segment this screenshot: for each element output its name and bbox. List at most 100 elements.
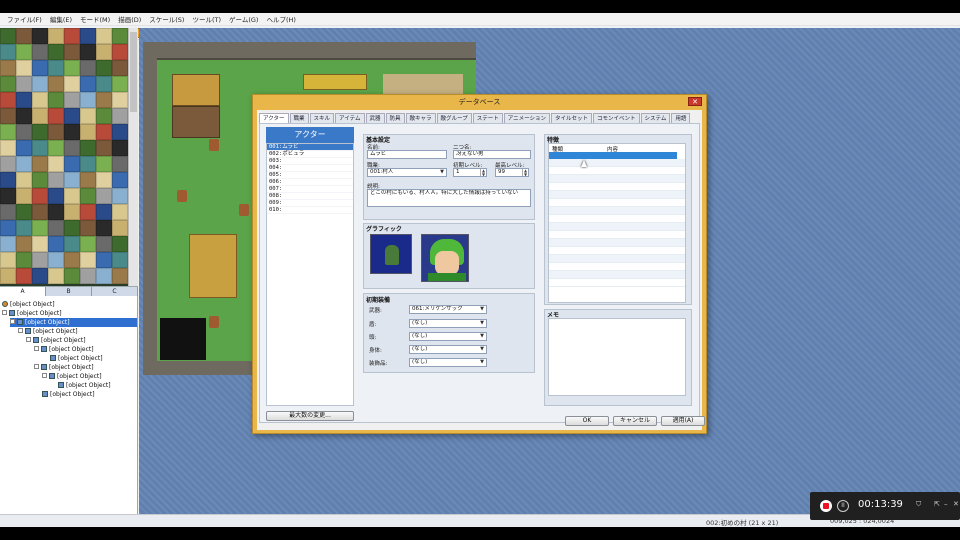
tileset-tab-c[interactable]: C [92, 287, 138, 296]
tile-swatch[interactable] [16, 156, 32, 172]
tile-swatch[interactable] [48, 92, 64, 108]
tab-enemies[interactable]: 敵キャラ [405, 113, 436, 123]
tile-swatch[interactable] [0, 92, 16, 108]
actor-list-item[interactable]: 001:ムラビ [267, 144, 353, 151]
tile-swatch[interactable] [64, 268, 80, 284]
actor-list-item[interactable]: 007: [267, 186, 353, 193]
shield-icon[interactable]: ⛉ [916, 500, 921, 509]
tile-swatch[interactable] [32, 60, 48, 76]
tree-item-map[interactable]: [object Object] [34, 345, 94, 354]
tab-system[interactable]: システム [640, 113, 671, 123]
actor-list-item[interactable]: 008: [267, 193, 353, 200]
tile-swatch[interactable] [64, 28, 80, 44]
tree-item-map[interactable]: [object Object] [42, 390, 95, 399]
tree-item-map[interactable]: [object Object] [42, 372, 102, 381]
tile-swatch[interactable] [32, 268, 48, 284]
tile-swatch[interactable] [80, 28, 96, 44]
tile-swatch[interactable] [80, 44, 96, 60]
tile-swatch[interactable] [48, 236, 64, 252]
tab-classes[interactable]: 職業 [289, 113, 309, 123]
tile-swatch[interactable] [0, 220, 16, 236]
tile-swatch[interactable] [80, 236, 96, 252]
nickname-field[interactable]: 冴えない男 [453, 150, 531, 159]
tileset-grid[interactable] [0, 28, 128, 286]
tab-states[interactable]: ステート [472, 113, 503, 123]
tile-swatch[interactable] [0, 140, 16, 156]
tile-swatch[interactable] [96, 236, 112, 252]
actor-list-item[interactable]: 005: [267, 172, 353, 179]
tile-swatch[interactable] [80, 108, 96, 124]
tile-swatch[interactable] [96, 268, 112, 284]
tile-swatch[interactable] [64, 44, 80, 60]
collapse-icon[interactable] [42, 373, 47, 378]
tile-swatch[interactable] [48, 268, 64, 284]
tile-swatch[interactable] [48, 44, 64, 60]
apply-button[interactable]: 適用(A) [661, 416, 705, 426]
tile-swatch[interactable] [32, 44, 48, 60]
tile-swatch[interactable] [112, 268, 128, 284]
tile-swatch[interactable] [48, 220, 64, 236]
tile-swatch[interactable] [32, 76, 48, 92]
tile-swatch[interactable] [16, 188, 32, 204]
tile-swatch[interactable] [64, 172, 80, 188]
tile-swatch[interactable] [48, 76, 64, 92]
tileset-palette[interactable] [0, 28, 138, 286]
tile-swatch[interactable] [80, 252, 96, 268]
tab-tilesets[interactable]: タイルセット [551, 113, 593, 123]
menu-mode[interactable]: モード(M) [76, 14, 114, 24]
tile-swatch[interactable] [96, 156, 112, 172]
tile-swatch[interactable] [112, 76, 128, 92]
tile-swatch[interactable] [96, 252, 112, 268]
description-field[interactable]: どこの村にもいる、村人Ａ。特に大した情報は持っていない [367, 189, 531, 207]
tile-swatch[interactable] [0, 252, 16, 268]
tile-swatch[interactable] [16, 44, 32, 60]
tile-swatch[interactable] [112, 220, 128, 236]
tree-item-map[interactable]: [object Object] [58, 381, 111, 390]
tile-swatch[interactable] [112, 124, 128, 140]
tile-swatch[interactable] [16, 172, 32, 188]
tile-swatch[interactable] [0, 108, 16, 124]
tile-swatch[interactable] [96, 76, 112, 92]
tile-swatch[interactable] [112, 236, 128, 252]
tile-swatch[interactable] [48, 108, 64, 124]
tile-swatch[interactable] [16, 28, 32, 44]
menu-tools[interactable]: ツール(T) [188, 14, 225, 24]
equip-accessory-select[interactable]: (なし) ▼ [409, 358, 487, 367]
close-icon[interactable]: ✕ [688, 97, 702, 106]
tileset-tab-b[interactable]: B [46, 287, 92, 296]
tileset-scrollbar[interactable] [128, 28, 138, 286]
tile-swatch[interactable] [64, 236, 80, 252]
tile-swatch[interactable] [96, 204, 112, 220]
tile-swatch[interactable] [16, 124, 32, 140]
tile-swatch[interactable] [32, 28, 48, 44]
tile-swatch[interactable] [96, 172, 112, 188]
tile-swatch[interactable] [16, 220, 32, 236]
tree-item-map-selected[interactable]: [object Object] [10, 318, 137, 327]
actor-list-item[interactable]: 004: [267, 165, 353, 172]
tile-swatch[interactable] [80, 188, 96, 204]
tileset-scroll-thumb[interactable] [130, 32, 137, 112]
traits-row[interactable] [549, 183, 685, 191]
name-field[interactable]: ムラビ [367, 150, 447, 159]
tile-swatch[interactable] [0, 236, 16, 252]
pause-icon[interactable]: II [837, 500, 849, 512]
traits-row[interactable] [549, 255, 685, 263]
actor-list[interactable]: 001:ムラビ 002:ポビュラ 003: 004: 005: 006: 007… [266, 143, 354, 406]
tile-swatch[interactable] [112, 156, 128, 172]
memo-textarea[interactable] [548, 318, 686, 396]
tile-swatch[interactable] [32, 188, 48, 204]
tile-swatch[interactable] [16, 236, 32, 252]
tile-swatch[interactable] [0, 76, 16, 92]
cancel-button[interactable]: キャンセル [613, 416, 657, 426]
tile-swatch[interactable] [96, 188, 112, 204]
tile-swatch[interactable] [112, 108, 128, 124]
menu-draw[interactable]: 描画(D) [114, 14, 145, 24]
tile-swatch[interactable] [48, 204, 64, 220]
tile-swatch[interactable] [112, 252, 128, 268]
menu-help[interactable]: ヘルプ(H) [262, 14, 299, 24]
tile-swatch[interactable] [64, 156, 80, 172]
tile-swatch[interactable] [0, 44, 16, 60]
tile-swatch[interactable] [96, 60, 112, 76]
class-select[interactable]: 001:村人 ▼ [367, 168, 447, 177]
tile-swatch[interactable] [112, 204, 128, 220]
